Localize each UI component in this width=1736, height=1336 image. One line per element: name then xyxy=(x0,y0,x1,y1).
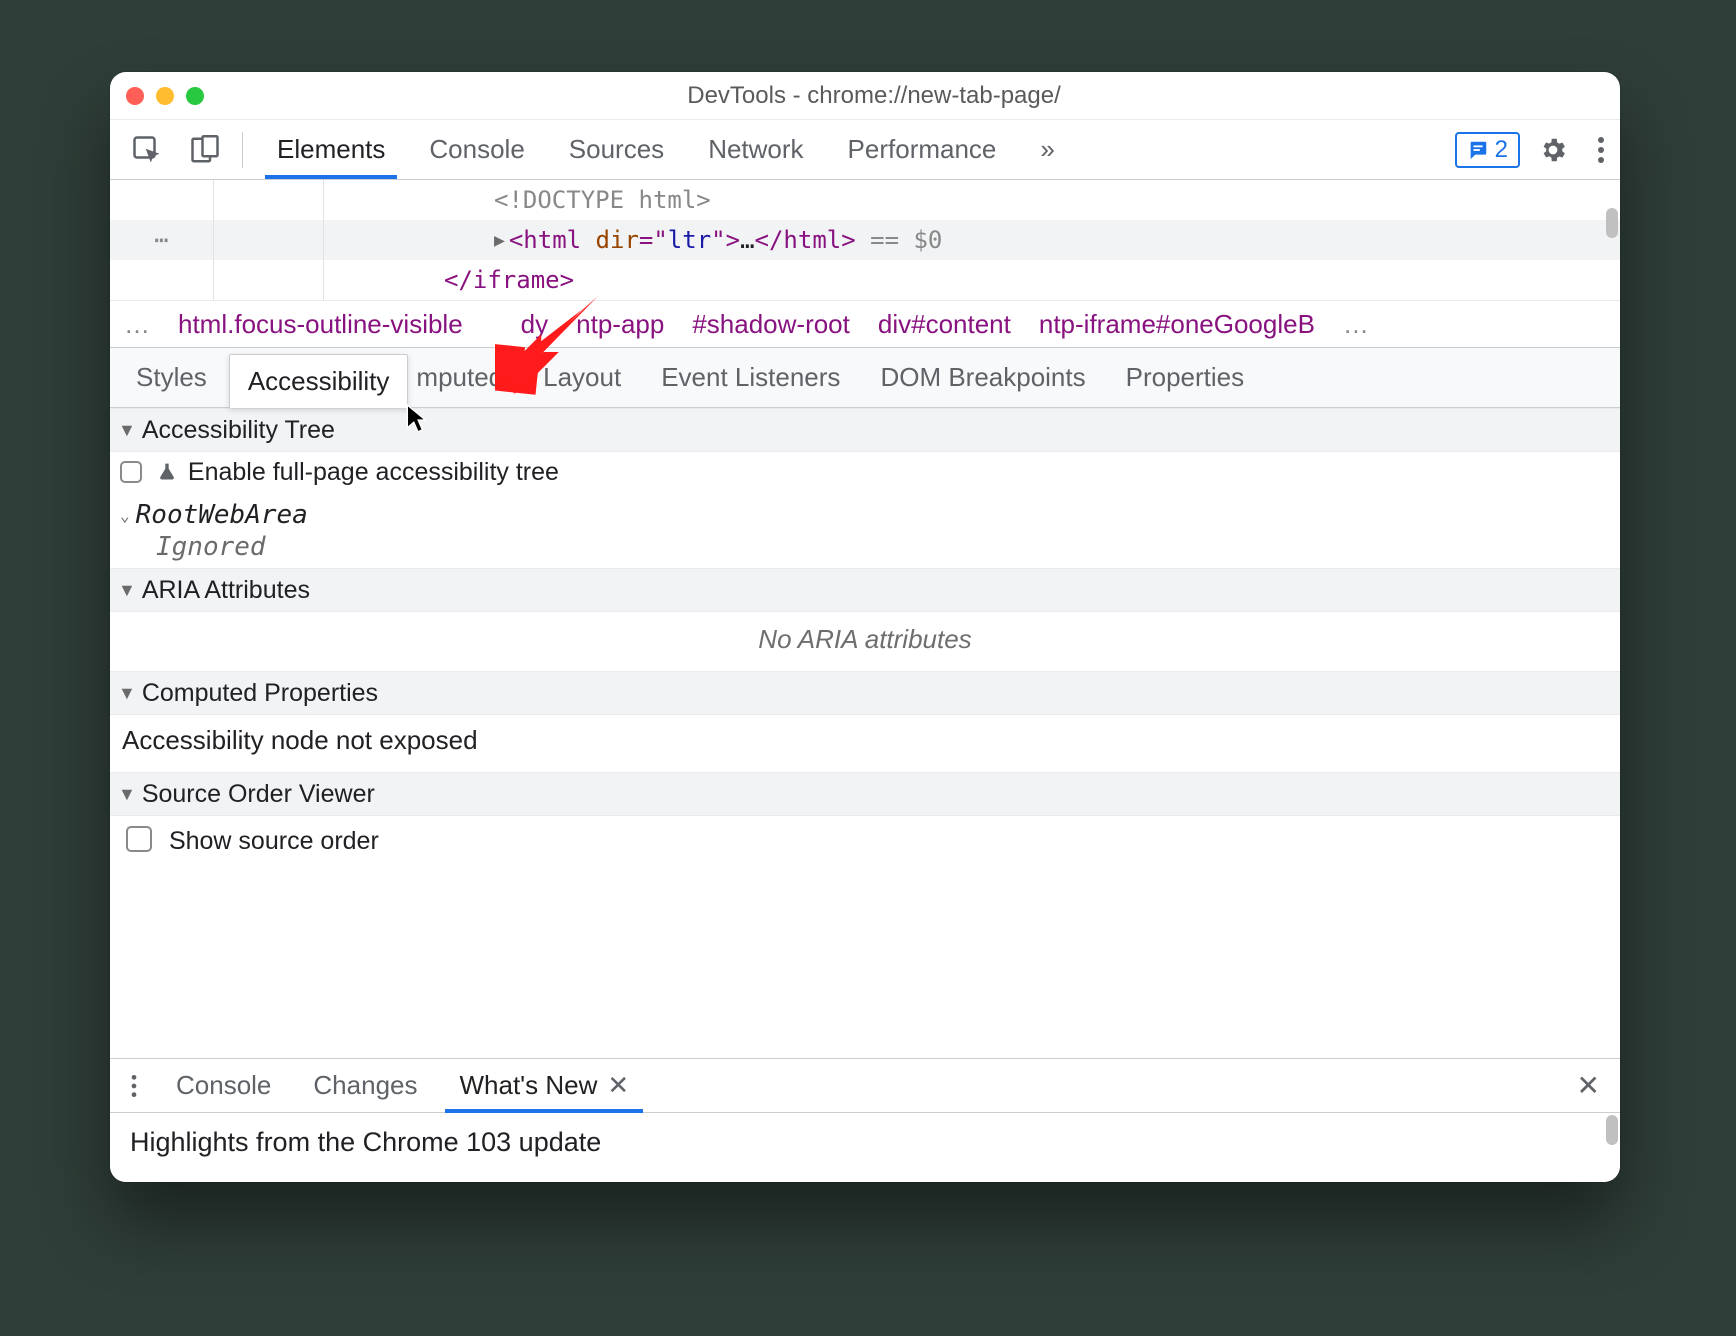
drawer-tab-whats-new[interactable]: What's New ✕ xyxy=(445,1059,643,1112)
traffic-lights xyxy=(126,87,204,105)
show-source-order-checkbox[interactable] xyxy=(126,826,152,852)
side-panel-tabs: Styles Accessibility mputed Layout Event… xyxy=(110,348,1620,408)
breadcrumb-item[interactable]: html.focus-outline-visible xyxy=(178,309,463,340)
a11y-tree-root[interactable]: ⌄ RootWebArea xyxy=(110,496,1620,532)
tab-sources[interactable]: Sources xyxy=(547,120,686,179)
main-toolbar: Elements Console Sources Network Perform… xyxy=(110,120,1620,180)
a11y-tree-ignored[interactable]: Ignored xyxy=(110,532,1620,568)
section-title: ARIA Attributes xyxy=(142,576,310,605)
experiment-flask-icon xyxy=(157,461,177,490)
tab-event-listeners[interactable]: Event Listeners xyxy=(643,348,858,407)
show-source-order-label: Show source order xyxy=(169,827,379,855)
enable-full-tree-checkbox[interactable] xyxy=(120,461,142,483)
section-source-order[interactable]: ▼ Source Order Viewer xyxy=(110,772,1620,816)
section-computed-properties[interactable]: ▼ Computed Properties xyxy=(110,671,1620,715)
tab-layout[interactable]: Layout xyxy=(525,348,639,407)
breadcrumb-item[interactable]: ntp-iframe#oneGoogleB xyxy=(1039,309,1315,340)
disclosure-triangle-icon: ▼ xyxy=(118,580,136,601)
drawer: Console Changes What's New ✕ ✕ Highlight… xyxy=(110,1058,1620,1182)
close-drawer-icon[interactable]: ✕ xyxy=(1567,1063,1610,1108)
breadcrumb-item[interactable]: dy xyxy=(521,309,548,340)
tab-styles[interactable]: Styles xyxy=(118,348,225,407)
devtools-window: DevTools - chrome://new-tab-page/ Elemen… xyxy=(110,72,1620,1182)
dom-breadcrumb: … html.focus-outline-visible dy ntp-app … xyxy=(110,300,1620,348)
breadcrumb-item[interactable]: #shadow-root xyxy=(692,309,850,340)
breadcrumb-overflow-left[interactable]: … xyxy=(124,309,150,340)
no-aria-attributes-message: No ARIA attributes xyxy=(110,612,1620,671)
disclosure-triangle-icon[interactable]: ⌄ xyxy=(120,506,130,525)
dom-row-html[interactable]: ⋯ ▶ <html dir="ltr">…</html> == $0 xyxy=(110,220,1620,260)
drawer-tab-changes[interactable]: Changes xyxy=(299,1059,431,1112)
section-accessibility-tree[interactable]: ▼ Accessibility Tree xyxy=(110,408,1620,452)
scrollbar-thumb[interactable] xyxy=(1606,1115,1618,1145)
inspect-element-icon[interactable] xyxy=(122,129,172,171)
disclosure-triangle-icon: ▼ xyxy=(118,683,136,704)
device-toggle-icon[interactable] xyxy=(180,129,230,171)
section-title: Computed Properties xyxy=(142,679,378,708)
window-titlebar: DevTools - chrome://new-tab-page/ xyxy=(110,72,1620,120)
chat-icon xyxy=(1467,139,1489,161)
tab-console[interactable]: Console xyxy=(407,120,546,179)
tabs-overflow[interactable]: » xyxy=(1018,120,1076,179)
tab-computed[interactable]: mputed xyxy=(412,348,521,407)
tab-performance[interactable]: Performance xyxy=(826,120,1019,179)
toolbar-separator xyxy=(242,132,243,168)
a11y-root-label: RootWebArea xyxy=(136,500,308,530)
tab-elements[interactable]: Elements xyxy=(255,120,407,179)
minimize-window-button[interactable] xyxy=(156,87,174,105)
drawer-tabs: Console Changes What's New ✕ ✕ xyxy=(110,1059,1620,1113)
enable-full-tree-label: Enable full-page accessibility tree xyxy=(188,458,559,486)
tab-accessibility[interactable]: Accessibility xyxy=(229,354,409,408)
tab-properties[interactable]: Properties xyxy=(1108,348,1263,407)
tab-dom-breakpoints[interactable]: DOM Breakpoints xyxy=(862,348,1103,407)
show-source-order-row: Show source order xyxy=(110,816,1620,892)
dom-row-more-icon[interactable]: ⋯ xyxy=(110,220,214,260)
breadcrumb-item[interactable]: div#content xyxy=(878,309,1011,340)
expand-triangle-icon[interactable]: ▶ xyxy=(494,230,505,251)
disclosure-triangle-icon: ▼ xyxy=(118,784,136,805)
tab-network[interactable]: Network xyxy=(686,120,825,179)
kebab-menu-icon[interactable] xyxy=(1586,129,1616,171)
breadcrumb-overflow-right[interactable]: … xyxy=(1343,309,1369,340)
scrollbar-thumb[interactable] xyxy=(1606,208,1618,238)
issues-badge[interactable]: 2 xyxy=(1455,132,1520,168)
node-not-exposed-message: Accessibility node not exposed xyxy=(110,715,1620,772)
main-tabs: Elements Console Sources Network Perform… xyxy=(255,120,1077,179)
fullscreen-window-button[interactable] xyxy=(186,87,204,105)
dom-tree: <!DOCTYPE html> ⋯ ▶ <html dir="ltr">…</h… xyxy=(110,180,1620,300)
issues-count: 2 xyxy=(1495,136,1508,164)
section-title: Source Order Viewer xyxy=(142,780,375,809)
dom-row-doctype[interactable]: <!DOCTYPE html> xyxy=(110,180,1620,220)
section-aria-attributes[interactable]: ▼ ARIA Attributes xyxy=(110,568,1620,612)
dom-row-iframe-close[interactable]: </iframe> xyxy=(110,260,1620,300)
close-window-button[interactable] xyxy=(126,87,144,105)
enable-full-tree-row: Enable full-page accessibility tree xyxy=(110,452,1620,496)
breadcrumb-item[interactable]: ntp-app xyxy=(576,309,664,340)
drawer-tab-console[interactable]: Console xyxy=(162,1059,285,1112)
settings-gear-icon[interactable] xyxy=(1528,129,1578,171)
disclosure-triangle-icon: ▼ xyxy=(118,420,136,441)
section-title: Accessibility Tree xyxy=(142,416,335,445)
whats-new-headline: Highlights from the Chrome 103 update xyxy=(110,1113,1620,1182)
close-tab-icon[interactable]: ✕ xyxy=(607,1070,629,1101)
window-title: DevTools - chrome://new-tab-page/ xyxy=(144,82,1604,110)
drawer-kebab-icon[interactable] xyxy=(120,1067,148,1105)
